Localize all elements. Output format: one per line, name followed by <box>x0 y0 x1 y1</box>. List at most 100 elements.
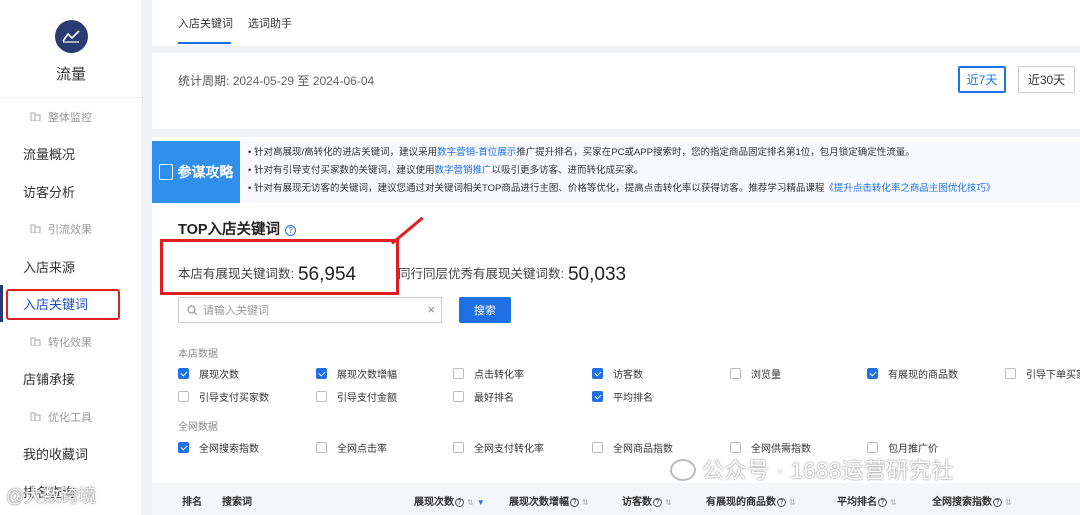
sort-icon: ⇅ <box>890 498 897 507</box>
tab-store-keywords[interactable]: 入店关键词 <box>178 15 233 31</box>
sidebar-item-7[interactable]: 店铺承接 <box>0 360 142 398</box>
search-button[interactable]: 搜索 <box>459 297 511 323</box>
watermark-text: 公众号 · 1688运营研究社 <box>702 458 954 483</box>
checkbox-checked-icon <box>178 368 189 379</box>
option-label: 引导支付买家数 <box>199 393 269 404</box>
option-checkbox[interactable]: 全网点击率 <box>316 440 387 455</box>
option-checkbox[interactable]: 引导支付买家数 <box>178 389 269 404</box>
option-label: 有展现的商品数 <box>888 370 958 381</box>
watermark: 公众号 · 1688运营研究社 <box>670 453 954 485</box>
sidebar-item-label: 访客分析 <box>23 185 76 201</box>
option-label: 全网商品指数 <box>613 444 673 455</box>
sidebar-item-label: 入店来源 <box>23 260 76 276</box>
option-label: 访客数 <box>613 370 643 381</box>
building-icon <box>30 336 42 347</box>
checkbox-checked-icon <box>316 368 327 379</box>
tab-keyword-assistant[interactable]: 选词助手 <box>248 15 292 31</box>
sidebar-item-3: 引流效果 <box>0 210 142 248</box>
table-header: 排名 搜索词 展现次数? ⇅ ▼ 展现次数增幅? ⇅ 访客数? ⇅ 有展现的商品数? ⇅ … <box>152 483 1080 515</box>
th-rank: 排名 <box>182 497 202 508</box>
checkbox-checked-icon <box>592 368 603 379</box>
th-impression-growth[interactable]: 展现次数增幅? ⇅ <box>509 493 589 508</box>
th-visitors[interactable]: 访客数? ⇅ <box>622 493 672 508</box>
option-checkbox[interactable]: 平均排名 <box>592 389 653 404</box>
range-7d-button[interactable]: 近7天 <box>958 66 1006 93</box>
net-data-label: 全网数据 <box>178 422 218 433</box>
option-checkbox[interactable]: 最好排名 <box>453 389 514 404</box>
keyword-search-input[interactable]: 请输入关键词 × <box>178 297 442 323</box>
stat-period: 统计周期: 2024-05-29 至 2024-06-04 <box>178 72 374 89</box>
option-label: 全网支付转化率 <box>474 444 544 455</box>
help-icon: ? <box>455 497 464 507</box>
option-checkbox[interactable]: 全网搜索指数 <box>178 440 259 455</box>
range-30d-button[interactable]: 近30天 <box>1018 66 1075 93</box>
help-icon: ? <box>777 497 786 507</box>
peer-keyword-value: 50,033 <box>567 264 627 285</box>
option-checkbox[interactable]: 访客数 <box>592 366 643 381</box>
peer-keyword-label: 同行同层优秀有展现关键词数: <box>398 267 564 281</box>
tip-text: 推广提升排名，买家在PC或APP搜索时，您的指定商品固定排名第1位，包月锁定确定… <box>516 147 915 158</box>
option-checkbox[interactable]: 浏览量 <box>730 366 781 381</box>
active-highlight-box <box>6 289 120 320</box>
tip-link[interactable]: 《提升点击转化率之商品主图优化技巧》 <box>824 183 995 194</box>
sidebar-item-2[interactable]: 访客分析 <box>0 173 142 211</box>
th-impressions-label: 展现次数 <box>414 497 454 508</box>
tip-link[interactable]: 数字营销推广 <box>434 165 491 176</box>
option-checkbox[interactable]: 全网商品指数 <box>592 440 673 455</box>
checkbox-unchecked-icon <box>316 391 327 402</box>
option-label: 平均排名 <box>613 393 653 404</box>
active-indicator <box>0 285 3 322</box>
th-avg-rank[interactable]: 平均排名? ⇅ <box>837 493 897 508</box>
th-keyword: 搜索词 <box>222 497 252 508</box>
option-checkbox[interactable]: 展现次数 <box>178 366 239 381</box>
section-divider <box>152 129 1080 137</box>
clear-icon[interactable]: × <box>427 302 435 317</box>
sidebar-item-label: 优化工具 <box>48 411 92 424</box>
help-icon: ? <box>653 497 662 507</box>
section-title: TOP入店关键词? <box>178 218 297 239</box>
period-label: 统计周期: <box>178 74 230 88</box>
sidebar-item-1[interactable]: 流量概况 <box>0 135 142 173</box>
wechat-icon <box>670 459 696 481</box>
option-label: 展现次数 <box>199 370 239 381</box>
building-icon <box>30 223 42 234</box>
peer-keyword-count: 同行同层优秀有展现关键词数: 50,033 <box>398 263 626 286</box>
option-label: 引导下单买家 <box>1026 370 1080 381</box>
th-impressions[interactable]: 展现次数? ⇅ ▼ <box>414 493 485 508</box>
option-label: 最好排名 <box>474 393 514 404</box>
option-checkbox[interactable]: 展现次数增幅 <box>316 366 397 381</box>
th-search-index[interactable]: 全网搜索指数? ⇅ <box>932 493 1012 508</box>
section-title-text: TOP入店关键词 <box>178 222 281 238</box>
tip-line: • 针对高展现/高转化的进店关键词，建议采用数字营销-首位展示推广提升排名，买家… <box>248 144 995 162</box>
tips-badge-label: 参谋攻略 <box>177 164 234 180</box>
option-label: 浏览量 <box>751 370 781 381</box>
option-checkbox[interactable]: 有展现的商品数 <box>867 366 958 381</box>
tip-link[interactable]: 数字营销-首位展示 <box>437 147 516 158</box>
period-sep: 至 <box>297 74 310 88</box>
option-label: 点击转化率 <box>474 370 524 381</box>
sidebar-item-4[interactable]: 入店来源 <box>0 248 142 286</box>
help-icon[interactable]: ? <box>285 224 297 236</box>
option-label: 全网点击率 <box>337 444 387 455</box>
option-checkbox[interactable]: 引导下单买家 <box>1005 366 1080 381</box>
help-icon: ? <box>570 497 579 507</box>
option-label: 全网搜索指数 <box>199 444 259 455</box>
option-checkbox[interactable]: 引导支付金额 <box>316 389 397 404</box>
tips-lines: • 针对高展现/高转化的进店关键词，建议采用数字营销-首位展示推广提升排名，买家… <box>248 144 995 198</box>
tab-underline <box>178 42 231 44</box>
tips-banner: 参谋攻略 • 针对高展现/高转化的进店关键词，建议采用数字营销-首位展示推广提升… <box>152 141 1080 203</box>
tip-text: • 针对有展现无访客的关键词，建议您通过对关键词相关TOP商品进行主图、价格等优… <box>248 183 825 194</box>
th-products-shown[interactable]: 有展现的商品数? ⇅ <box>706 493 796 508</box>
sidebar-title: 流量 <box>55 65 86 83</box>
sort-icon: ⇅ <box>789 498 796 507</box>
sort-icon: ⇅ <box>582 498 589 507</box>
option-checkbox[interactable]: 全网支付转化率 <box>453 440 544 455</box>
th-search-index-label: 全网搜索指数 <box>932 497 992 508</box>
option-checkbox[interactable]: 点击转化率 <box>453 366 524 381</box>
checkbox-checked-icon <box>178 442 189 453</box>
building-icon <box>30 411 42 422</box>
main-panel: 统计周期: 2024-05-29 至 2024-06-04 近7天 近30天 参… <box>152 53 1080 515</box>
store-data-label: 本店数据 <box>178 349 218 360</box>
search-placeholder: 请输入关键词 <box>203 305 269 317</box>
sidebar-item-9[interactable]: 我的收藏词 <box>0 435 142 473</box>
